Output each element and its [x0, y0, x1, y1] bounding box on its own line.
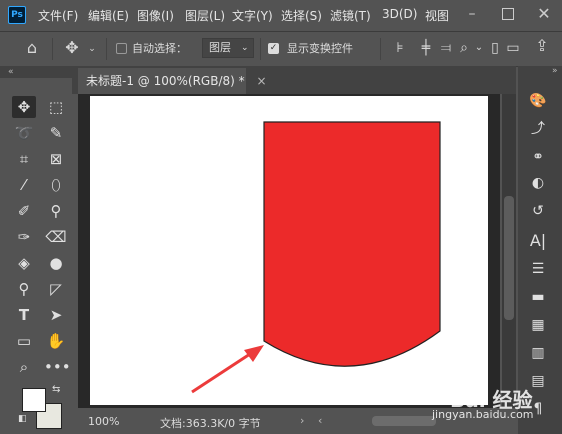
auto-select-value: 图层: [209, 41, 231, 54]
menu-view[interactable]: 视图: [425, 7, 449, 24]
canvas-artwork: [191, 121, 441, 394]
document-tab-title: 未标题-1 @ 100%(RGB/8) *: [86, 74, 245, 88]
paint-bucket-icon[interactable]: ◈: [12, 252, 36, 274]
rectangle-shape-icon[interactable]: ▭: [12, 330, 36, 352]
maximize-icon[interactable]: [502, 8, 514, 20]
divider: [52, 38, 53, 60]
blur-icon[interactable]: ●: [44, 252, 68, 274]
zoom-icon[interactable]: ⌕: [12, 356, 36, 378]
align-center-icon[interactable]: ╪: [418, 38, 434, 58]
history-brush-icon[interactable]: ✑: [12, 226, 36, 248]
gradient-icon[interactable]: ▥: [526, 342, 550, 364]
dodge-icon[interactable]: ⚲: [12, 278, 36, 300]
menu-3d[interactable]: 3D(D): [382, 7, 417, 21]
divider: [380, 38, 381, 60]
minimize-icon[interactable]: –: [462, 4, 482, 24]
show-transform-label: 显示变换控件: [287, 42, 353, 55]
adjustments-icon[interactable]: ◐: [526, 172, 550, 194]
move-icon[interactable]: ✥: [62, 38, 82, 58]
document-canvas[interactable]: [90, 96, 488, 405]
spot-heal-icon[interactable]: ⬯: [44, 174, 68, 196]
properties-icon[interactable]: ☰: [526, 258, 550, 280]
menu-layer[interactable]: 图层(L): [185, 7, 225, 24]
chevron-down-icon[interactable]: ⌄: [86, 39, 98, 59]
menu-image[interactable]: 图像(I): [137, 7, 174, 24]
eyedropper-icon[interactable]: ⁄: [12, 174, 36, 196]
table-icon[interactable]: ▦: [526, 314, 550, 336]
brush-icon[interactable]: ✐: [12, 200, 36, 222]
hand-icon[interactable]: ✋: [44, 330, 68, 352]
eraser-icon[interactable]: ⌫: [44, 226, 68, 248]
annotation-arrow: [191, 345, 264, 394]
close-icon[interactable]: ✕: [534, 4, 554, 24]
show-transform-checkbox[interactable]: ✓: [268, 43, 279, 54]
type-icon[interactable]: T: [12, 304, 36, 326]
color-icon[interactable]: 🎨: [526, 90, 550, 112]
crop-icon[interactable]: ⌗: [12, 148, 36, 170]
chevron-down-icon[interactable]: ⌄: [474, 38, 484, 58]
home-icon[interactable]: ⌂: [22, 38, 42, 58]
share-icon[interactable]: ⇪: [532, 36, 552, 56]
auto-select-dropdown[interactable]: 图层 ⌄: [202, 38, 254, 58]
auto-select-label: 自动选择：: [132, 42, 187, 55]
document-info: 文档:363.3K/0 字节: [160, 417, 261, 430]
foreground-color-swatch[interactable]: [22, 388, 46, 412]
document-tab[interactable]: 未标题-1 @ 100%(RGB/8) * ×: [78, 68, 267, 94]
banner-shape: [263, 121, 441, 367]
baidu-watermark-url: jingyan.baidu.com: [432, 408, 534, 421]
align-right-icon[interactable]: ⫤: [438, 38, 454, 58]
menu-bar: Ps 文件(F) 编辑(E) 图像(I) 图层(L) 文字(Y) 选择(S) 滤…: [0, 0, 562, 30]
menu-type[interactable]: 文字(Y): [232, 7, 273, 24]
default-colors-icon[interactable]: ◧: [18, 414, 27, 424]
path-select-icon[interactable]: ◸: [44, 278, 68, 300]
quick-select-icon[interactable]: ✎: [44, 122, 68, 144]
direct-select-icon[interactable]: ➤: [44, 304, 68, 326]
paths-icon[interactable]: ⤴: [526, 118, 550, 140]
zoom-level[interactable]: 100%: [88, 415, 119, 428]
menu-file[interactable]: 文件(F): [38, 7, 78, 24]
menu-select[interactable]: 选择(S): [281, 7, 322, 24]
more-icon[interactable]: •••: [44, 356, 71, 378]
workspace-icon[interactable]: ▭: [506, 38, 520, 58]
divider: [260, 38, 261, 60]
panel-expand-icon[interactable]: »: [552, 66, 558, 76]
chevron-left-icon[interactable]: ‹: [318, 414, 322, 427]
chevron-down-icon: ⌄: [241, 43, 249, 53]
channels-icon[interactable]: ⚭: [526, 146, 550, 168]
close-tab-icon[interactable]: ×: [256, 74, 266, 88]
clone-stamp-icon[interactable]: ⚲: [44, 200, 68, 222]
divider: [106, 38, 107, 60]
move-icon[interactable]: ✥: [12, 96, 36, 118]
rect-marquee-icon[interactable]: ⬚: [44, 96, 68, 118]
panel-collapse-icon[interactable]: «: [0, 66, 72, 78]
vertical-scroll-thumb[interactable]: [504, 196, 514, 320]
character-icon[interactable]: A|: [526, 230, 550, 252]
swap-colors-icon[interactable]: ⇆: [52, 384, 60, 395]
align-left-icon[interactable]: ⊧: [392, 38, 408, 58]
history-icon[interactable]: ↺: [526, 200, 550, 222]
frame-icon[interactable]: ⊠: [44, 148, 68, 170]
frame-icon[interactable]: ▯: [488, 38, 502, 58]
search-icon[interactable]: ⌕: [456, 38, 472, 58]
options-bar: ⌂ ✥ ⌄ 自动选择： 图层 ⌄ ✓ 显示变换控件 ⊧ ╪ ⫤ ⌕ ⌄ ▯ ▭ …: [0, 31, 562, 67]
menu-edit[interactable]: 编辑(E): [88, 7, 129, 24]
horizontal-scroll-thumb[interactable]: [372, 416, 436, 426]
photoshop-logo: Ps: [8, 6, 26, 24]
chevron-right-icon[interactable]: ›: [300, 414, 304, 427]
menu-filter[interactable]: 滤镜(T): [330, 7, 371, 24]
comments-icon[interactable]: ▬: [526, 286, 550, 308]
lasso-icon[interactable]: ➰: [12, 122, 36, 144]
auto-select-checkbox[interactable]: [116, 43, 127, 54]
